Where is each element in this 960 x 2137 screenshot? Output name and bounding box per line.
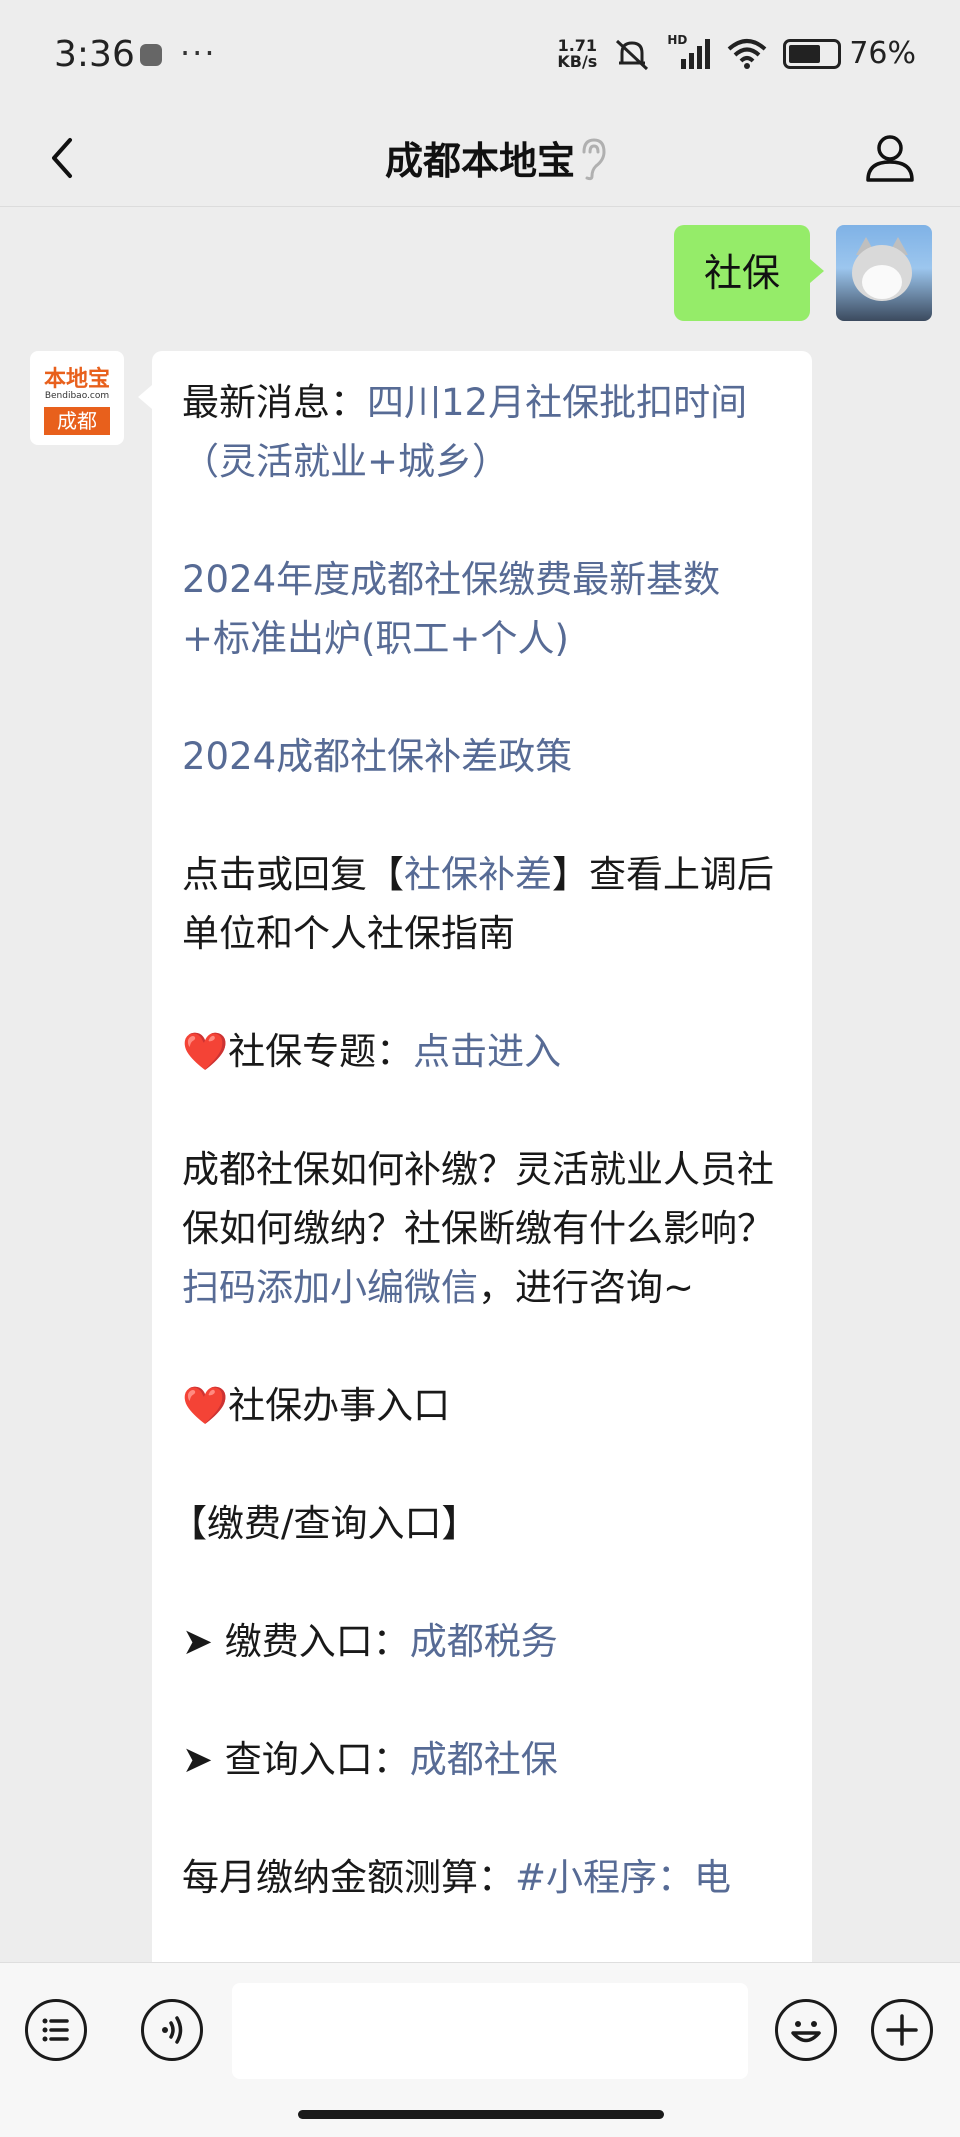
status-right-cluster: 1.71 KB/s HD 76%	[557, 33, 916, 72]
emoji-icon	[791, 2021, 821, 2043]
menu-list-icon	[42, 2018, 69, 2042]
logo-city-badge: 成都	[44, 407, 110, 435]
section-title: 【缴费/查询入口】	[170, 1502, 479, 1545]
mini-program-link[interactable]: #小程序：电	[515, 1856, 731, 1899]
topic-label: 社保专题：	[228, 1030, 414, 1073]
battery-fill	[789, 44, 820, 63]
battery-percent: 76%	[849, 36, 916, 71]
status-time: 3:36	[54, 34, 135, 75]
service-entry-title: 社保办事入口	[228, 1384, 451, 1427]
reply-hint-prefix: 点击或回复【	[182, 853, 404, 896]
ear-icon	[582, 138, 606, 181]
add-editor-wechat-link[interactable]: 扫码添加小编微信	[182, 1266, 478, 1309]
arrow-icon: ➤	[182, 1738, 214, 1781]
home-indicator[interactable]	[298, 2110, 664, 2119]
menu-list-button[interactable]	[25, 1999, 87, 2061]
my-avatar[interactable]	[836, 225, 932, 321]
outgoing-message-bubble[interactable]: 社保	[673, 225, 825, 321]
wifi-icon	[727, 38, 767, 69]
logo-brand-text: 本地宝	[43, 367, 110, 392]
profile-icon[interactable]	[860, 128, 920, 188]
consult-text: 成都社保如何补缴？灵活就业人员社保如何缴纳？社保断缴有什么影响？	[182, 1148, 774, 1250]
incoming-message-body: 最新消息：四川12月社保批扣时间（灵活就业+城乡） 2024年度成都社保缴费最新…	[170, 373, 782, 1907]
voice-icon	[162, 2016, 183, 2044]
more-plus-button[interactable]	[871, 1999, 933, 2061]
calc-label: 每月缴纳金额测算：	[182, 1856, 515, 1899]
signal-cluster: HD	[667, 33, 711, 71]
chat-title: 成都本地宝	[0, 130, 960, 185]
avatar-cat-face	[862, 265, 902, 299]
logo-domain-text: Bendibao.com	[44, 391, 110, 401]
reply-keyword-link[interactable]: 社保补差	[404, 853, 552, 896]
battery-icon	[783, 38, 842, 69]
battery-status: 76%	[783, 36, 916, 71]
emoji-button[interactable]	[775, 1999, 837, 2061]
topic-enter-link[interactable]: 点击进入	[413, 1030, 561, 1073]
query-entry-link[interactable]: 成都社保	[410, 1738, 558, 1781]
plus-icon	[886, 2014, 918, 2046]
consult-tail: ，进行咨询~	[478, 1266, 695, 1309]
outgoing-message-text: 社保	[703, 251, 780, 295]
payment-entry-link[interactable]: 成都税务	[410, 1620, 558, 1663]
network-speed: 1.71 KB/s	[557, 37, 598, 71]
payment-entry-label: 缴费入口：	[224, 1620, 410, 1663]
latest-news-label: 最新消息：	[182, 381, 367, 424]
signal-icon	[681, 38, 711, 69]
chat-title-text: 成都本地宝	[384, 139, 575, 183]
message-input[interactable]	[232, 1983, 748, 2079]
query-entry-label: 查询入口：	[224, 1738, 410, 1781]
chat-header: 成都本地宝	[0, 110, 960, 207]
heart-icon: ❤️	[182, 1030, 229, 1073]
official-account-avatar[interactable]: 本地宝 Bendibao.com 成都	[30, 351, 124, 445]
mute-bell-icon	[616, 39, 649, 70]
base-standard-link[interactable]: 2024年度成都社保缴费最新基数+标准出炉(职工+个人)	[182, 558, 720, 660]
supplement-policy-link[interactable]: 2024成都社保补差政策	[182, 735, 572, 778]
arrow-icon: ➤	[182, 1620, 214, 1663]
incoming-message-bubble: 最新消息：四川12月社保批扣时间（灵活就业+城乡） 2024年度成都社保缴费最新…	[138, 351, 812, 1962]
notification-app-icon	[140, 44, 162, 66]
status-bar: 3:36 ··· 1.71 KB/s HD 76%	[0, 0, 960, 110]
status-more-icon: ···	[180, 34, 217, 72]
heart-icon: ❤️	[182, 1384, 229, 1427]
voice-button[interactable]	[141, 1999, 203, 2061]
chat-area[interactable]: 社保 本地宝 Bendibao.com 成都 最新消息：四川12月社保批扣时间（…	[0, 207, 960, 1962]
network-speed-unit: KB/s	[557, 51, 598, 71]
